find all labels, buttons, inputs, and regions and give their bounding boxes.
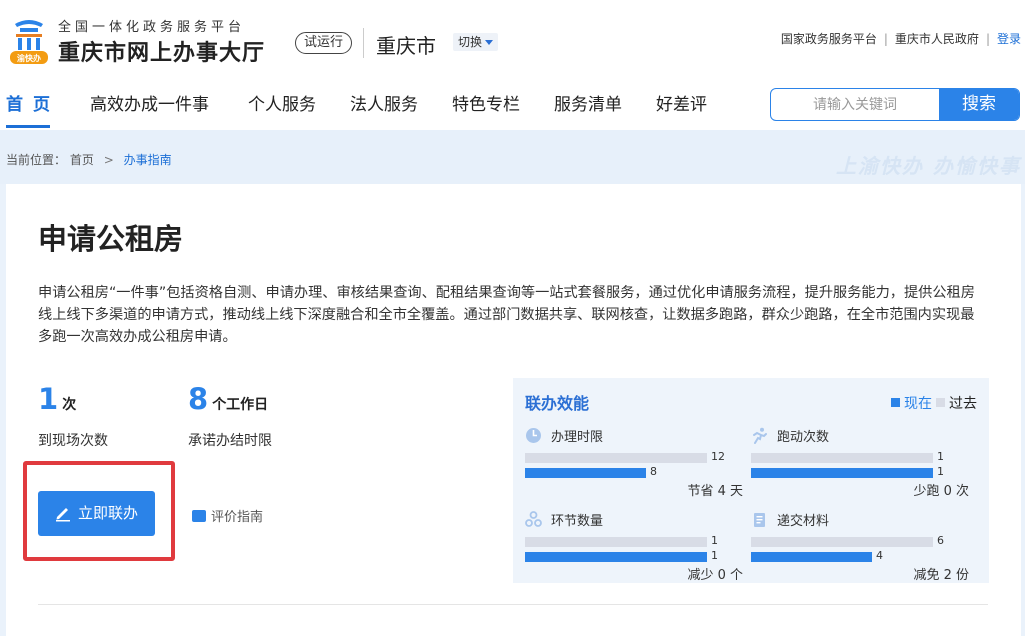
- bar-now: [751, 552, 872, 562]
- metric-label: 环节数量: [551, 514, 604, 529]
- legend-past-swatch: [936, 398, 945, 407]
- metric-label: 递交材料: [777, 514, 830, 529]
- stat-onsite-visits: 1次 到现场次数: [38, 382, 108, 449]
- nav-item-home[interactable]: 首页: [6, 92, 60, 130]
- metric-label: 跑动次数: [777, 430, 830, 445]
- metric-processing-time: 办理时限 12 8 节省 4 天: [525, 426, 743, 510]
- nav-item-corporate[interactable]: 法人服务: [350, 92, 418, 130]
- link-icon: [525, 511, 542, 527]
- chat-icon: [192, 503, 206, 522]
- stat-label: 承诺办结时限: [188, 433, 272, 449]
- legend-now-swatch: [891, 398, 900, 407]
- search-button[interactable]: 搜索: [939, 89, 1019, 120]
- platform-subtitle: 全国一体化政务服务平台: [58, 20, 246, 35]
- metric-summary: 少跑 0 次: [913, 484, 969, 499]
- apply-now-button[interactable]: 立即联办: [38, 491, 155, 536]
- metric-visit-count: 跑动次数 1 1 少跑 0 次: [751, 426, 969, 510]
- value-past: 6: [937, 534, 944, 547]
- bar-past: [751, 537, 933, 547]
- stat-value: 8: [188, 382, 209, 416]
- stat-unit: 个工作日: [212, 397, 269, 413]
- breadcrumb-current: 办事指南: [123, 153, 172, 167]
- legend: 现在 过去: [891, 393, 977, 413]
- link-city-government[interactable]: 重庆市人民政府: [895, 32, 979, 46]
- metric-summary: 减免 2 份: [913, 568, 969, 583]
- running-icon: [753, 427, 767, 444]
- evaluation-guide-label: 评价指南: [211, 510, 264, 525]
- bar-now: [751, 468, 933, 478]
- trial-badge: 试运行: [295, 32, 353, 54]
- site-header: 渝快办 全国一体化政务服务平台 重庆市网上办事大厅 试运行 重庆市 切换 国家政…: [0, 0, 1025, 130]
- bar-past: [525, 537, 707, 547]
- nav-item-one-thing[interactable]: 高效办成一件事: [90, 92, 209, 130]
- stat-deadline: 8 个工作日 承诺办结时限: [188, 382, 272, 449]
- service-description: 申请公租房“一件事”包括资格自测、申请办理、审核结果查询、配租结果查询等一站式套…: [38, 285, 975, 345]
- stat-unit: 次: [62, 397, 77, 413]
- metric-summary: 节省 4 天: [687, 484, 743, 499]
- value-now: 8: [650, 465, 657, 478]
- value-now: 1: [711, 549, 718, 562]
- login-link[interactable]: 登录: [997, 32, 1021, 46]
- bar-past: [751, 453, 933, 463]
- stat-label: 到现场次数: [38, 433, 108, 449]
- metric-materials: 递交材料 6 4 减免 2 份: [751, 510, 969, 594]
- panel-title: 联办效能: [525, 394, 590, 413]
- nav-item-personal[interactable]: 个人服务: [248, 92, 316, 130]
- metric-summary: 减少 0 个: [687, 568, 743, 583]
- search-input[interactable]: [771, 89, 939, 120]
- bar-past: [525, 453, 707, 463]
- city-switch-label: 切换: [458, 35, 483, 49]
- link-national-platform[interactable]: 国家政务服务平台: [781, 32, 877, 46]
- value-now: 1: [937, 465, 944, 478]
- guide-card: 申请公租房 申请公租房“一件事”包括资格自测、申请办理、审核结果查询、配租结果查…: [6, 184, 1021, 636]
- bar-now: [525, 468, 646, 478]
- breadcrumb-bar: 当前位置： 首页 > 办事指南 上渝快办 办愉快事: [0, 130, 1025, 184]
- city-switch-button[interactable]: 切换: [453, 33, 499, 51]
- nav-item-service-list[interactable]: 服务清单: [554, 92, 622, 130]
- link-separator: |: [985, 32, 990, 46]
- efficiency-panel: 联办效能 现在 过去 办理时限 12 8 节省 4 天 跑动次数 1 1 少跑 0…: [513, 378, 989, 583]
- metric-label: 办理时限: [551, 430, 604, 445]
- bar-now: [525, 552, 707, 562]
- breadcrumb: 当前位置： 首页 > 办事指南: [6, 151, 172, 168]
- nav-item-evaluation[interactable]: 好差评: [656, 92, 707, 130]
- stat-value: 1: [38, 382, 59, 416]
- chevron-down-icon: [485, 40, 494, 45]
- legend-now-label: 现在: [904, 396, 932, 412]
- clock-icon: [526, 428, 541, 443]
- value-past: 1: [937, 450, 944, 463]
- page-title: 申请公租房: [38, 222, 184, 256]
- breadcrumb-prefix: 当前位置：: [6, 153, 67, 167]
- logo-caption: 渝快办: [16, 53, 41, 63]
- value-past: 12: [711, 450, 725, 463]
- search-box: 搜索: [770, 88, 1020, 121]
- divider: [38, 604, 988, 605]
- breadcrumb-separator: >: [103, 153, 114, 167]
- site-logo-icon[interactable]: 渝快办: [6, 18, 52, 66]
- value-past: 1: [711, 534, 718, 547]
- current-city: 重庆市: [376, 34, 436, 58]
- metric-step-count: 环节数量 1 1 减少 0 个: [525, 510, 743, 594]
- document-icon: [754, 513, 765, 527]
- value-now: 4: [876, 549, 883, 562]
- slogan-watermark: 上渝快办 办愉快事: [836, 154, 1021, 178]
- link-separator: |: [883, 32, 888, 46]
- header-divider: [363, 28, 364, 58]
- top-links: 国家政务服务平台 | 重庆市人民政府 | 登录: [781, 30, 1021, 47]
- apply-now-label: 立即联办: [78, 504, 139, 522]
- site-title[interactable]: 重庆市网上办事大厅: [58, 35, 265, 67]
- evaluation-guide-link[interactable]: 评价指南: [192, 503, 264, 525]
- legend-past-label: 过去: [949, 396, 977, 412]
- breadcrumb-home[interactable]: 首页: [70, 153, 94, 167]
- edit-icon: [56, 508, 70, 522]
- nav-item-features[interactable]: 特色专栏: [452, 92, 520, 130]
